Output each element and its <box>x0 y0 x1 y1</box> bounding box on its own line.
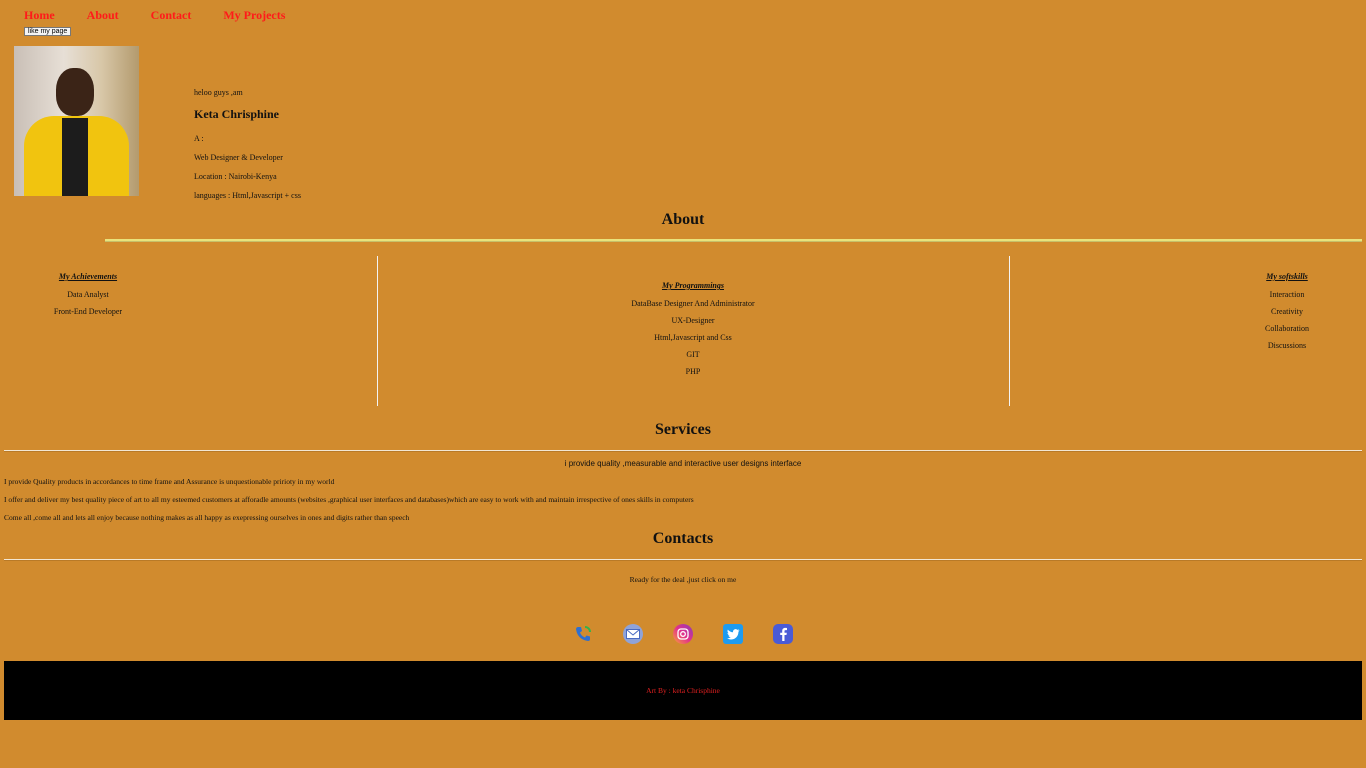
softskills-column: My softskills Interaction Creativity Col… <box>1237 272 1337 358</box>
profile-location: Location : Nairobi-Kenya <box>194 172 277 181</box>
profile-intro: heloo guys ,am Keta Chrisphine A : Web D… <box>194 88 301 210</box>
services-divider <box>4 450 1362 452</box>
programmings-title: My Programmings <box>661 281 724 290</box>
contacts-divider <box>4 559 1362 561</box>
contacts-heading: Contacts <box>652 530 714 547</box>
footer-credit: Art By : keta Chrisphine <box>646 686 720 695</box>
nav-about-link[interactable]: About <box>87 8 119 23</box>
services-paragraph: I provide Quality products in accordance… <box>4 477 335 486</box>
main-nav: Home About Contact My Projects <box>24 8 317 23</box>
services-content: i provide quality ,measurable and intera… <box>4 459 1362 531</box>
achievements-column: My Achievements Data Analyst Front-End D… <box>28 272 148 324</box>
programming-item: Html,Javascript and Css <box>654 333 732 342</box>
like-page-button[interactable]: like my page <box>24 27 72 36</box>
programming-item: PHP <box>685 367 701 376</box>
programming-item: UX-Designer <box>671 316 715 325</box>
column-divider <box>377 256 378 406</box>
profile-photo <box>14 46 139 196</box>
facebook-icon[interactable] <box>773 624 793 644</box>
twitter-icon[interactable] <box>723 624 743 644</box>
services-paragraph: I offer and deliver my best quality piec… <box>4 495 694 504</box>
softskills-title: My softskills <box>1266 272 1308 281</box>
nav-home-link[interactable]: Home <box>24 8 55 23</box>
about-heading: About <box>661 211 705 228</box>
programming-item: DataBase Designer And Administrator <box>631 299 755 308</box>
contacts-lead: Ready for the deal ,just click on me <box>629 575 737 584</box>
column-divider <box>1009 256 1010 406</box>
softskill-item: Discussions <box>1267 341 1307 350</box>
footer: Art By : keta Chrisphine <box>4 661 1362 720</box>
softskill-item: Interaction <box>1269 290 1305 299</box>
programmings-column: My Programmings DataBase Designer And Ad… <box>593 281 793 384</box>
services-heading: Services <box>655 421 711 438</box>
a-label: A : <box>194 134 204 143</box>
achievements-title: My Achievements <box>58 272 118 281</box>
softskill-item: Creativity <box>1271 307 1303 316</box>
profile-name: Keta Chrisphine <box>194 107 280 121</box>
nav-contact-link[interactable]: Contact <box>151 8 192 23</box>
achievement-item: Front-End Developer <box>53 307 123 316</box>
programming-item: GIT <box>686 350 700 359</box>
about-divider <box>105 239 1362 242</box>
mail-icon[interactable] <box>623 624 643 644</box>
services-paragraph: Come all ,come all and lets all enjoy be… <box>4 513 410 522</box>
phone-icon[interactable] <box>573 624 593 644</box>
nav-projects-link[interactable]: My Projects <box>223 8 285 23</box>
achievement-item: Data Analyst <box>67 290 109 299</box>
services-lead: i provide quality ,measurable and intera… <box>564 459 802 468</box>
instagram-icon[interactable] <box>673 624 693 644</box>
softskill-item: Collaboration <box>1265 324 1309 333</box>
greeting-text: heloo guys ,am <box>194 88 243 97</box>
profile-languages: languages : Html,Javascript + css <box>194 191 301 200</box>
profile-role: Web Designer & Developer <box>194 153 283 162</box>
contact-icons <box>573 624 793 644</box>
